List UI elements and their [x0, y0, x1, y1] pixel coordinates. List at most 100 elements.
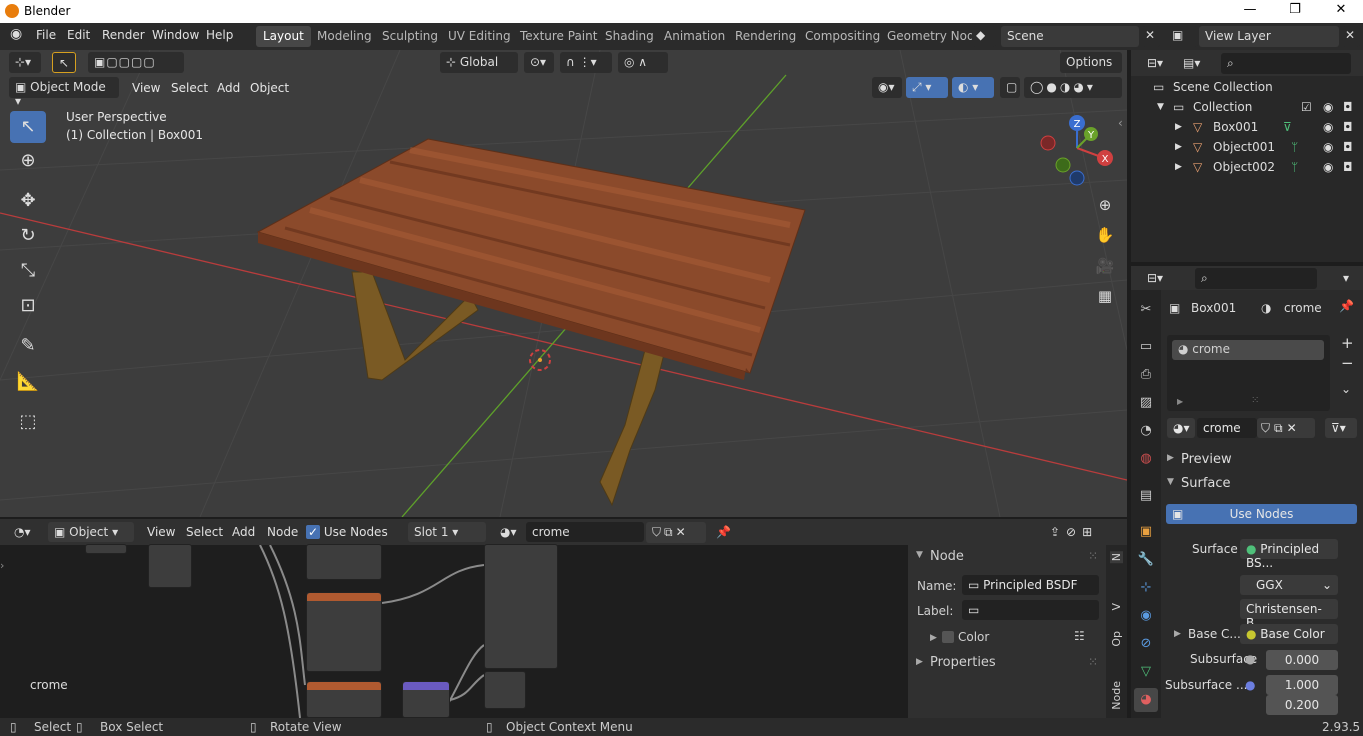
- render-tab-icon[interactable]: ▭: [1134, 335, 1158, 359]
- node-principled-bsdf[interactable]: [484, 544, 558, 669]
- options-dropdown[interactable]: Options: [1060, 52, 1122, 73]
- visibility-icon[interactable]: ◉▾: [872, 77, 902, 98]
- scene-name-field[interactable]: Scene: [1001, 26, 1139, 47]
- rotate-tool-icon[interactable]: ↻: [10, 220, 46, 252]
- scene-selector-icon[interactable]: ◆: [972, 26, 996, 47]
- node-editor-object-dropdown[interactable]: ▣ Object ▾: [48, 522, 134, 542]
- outliner-editor-type-icon[interactable]: ⊟▾: [1141, 53, 1171, 73]
- menu-window[interactable]: Window: [152, 28, 199, 42]
- tab-sculpting[interactable]: Sculpting: [375, 26, 445, 47]
- viewport-menu-select[interactable]: Select: [171, 81, 208, 95]
- proportional-edit-icon[interactable]: ◎ ∧: [618, 52, 668, 73]
- object001-expand-icon[interactable]: ▶: [1175, 142, 1182, 152]
- node-bump[interactable]: [484, 671, 526, 709]
- node-normal-texture[interactable]: [306, 681, 382, 718]
- properties-options-icon[interactable]: ▾: [1337, 268, 1357, 288]
- subsurface-method-dropdown[interactable]: Christensen-B...: [1240, 599, 1338, 630]
- box001-expand-icon[interactable]: ▶: [1175, 122, 1182, 132]
- node-menu-select[interactable]: Select: [186, 525, 223, 539]
- slot-dropdown[interactable]: Slot 1 ▾: [408, 522, 486, 542]
- distribution-dropdown[interactable]: GGX ⌄: [1240, 575, 1338, 595]
- preview-expand-icon[interactable]: ▶: [1167, 453, 1174, 463]
- drag-handle-icon[interactable]: ⁙: [1088, 549, 1098, 563]
- browse-material-icon[interactable]: ◕▾: [1167, 418, 1195, 438]
- view-layer-field[interactable]: View Layer: [1199, 26, 1339, 47]
- properties-search-input[interactable]: ⌕: [1195, 268, 1317, 289]
- outliner-row-object002[interactable]: ▶ ▽ Object002 ᛘ ◉ ◘: [1131, 157, 1363, 177]
- view-layer-tab-icon[interactable]: ▨: [1134, 391, 1158, 415]
- view-layer-icon[interactable]: ▣: [1168, 26, 1198, 47]
- tab-rendering[interactable]: Rendering: [728, 26, 803, 47]
- list-resize-handle[interactable]: ⁙: [1251, 395, 1259, 406]
- move-tool-icon[interactable]: ✥: [10, 185, 46, 217]
- use-nodes-button[interactable]: ▣ Use Nodes: [1166, 504, 1357, 524]
- add-cube-tool-icon[interactable]: ⬚: [10, 406, 46, 438]
- minimize-button[interactable]: —: [1240, 2, 1260, 20]
- pivot-point-icon[interactable]: ⊙▾: [524, 52, 554, 73]
- object-tab-icon[interactable]: ▣: [1134, 520, 1158, 544]
- surface-shader-field[interactable]: ● Principled BS...: [1240, 539, 1338, 570]
- collection-render-icon[interactable]: ◘: [1343, 100, 1353, 114]
- node-normal-map[interactable]: [402, 681, 450, 718]
- viewport-menu-object[interactable]: Object: [250, 81, 289, 95]
- particles-tab-icon[interactable]: ⊹: [1134, 576, 1158, 600]
- physics-tab-icon[interactable]: ◉: [1134, 604, 1158, 628]
- menu-file[interactable]: File: [36, 28, 56, 42]
- use-nodes-checkbox[interactable]: ✓ Use Nodes: [306, 525, 388, 539]
- node-panel-collapse-icon[interactable]: ▼: [916, 550, 923, 560]
- tab-shading[interactable]: Shading: [598, 26, 661, 47]
- box001-visibility-icon[interactable]: ◉: [1323, 120, 1333, 134]
- properties-expand-icon[interactable]: ▶: [916, 657, 923, 667]
- node-panel-title[interactable]: Node: [930, 549, 964, 564]
- remove-slot-icon[interactable]: −: [1341, 354, 1354, 372]
- world-tab-icon[interactable]: ◍: [1134, 447, 1158, 471]
- material-browse-icon[interactable]: ◕▾: [494, 522, 524, 542]
- transform-tool-icon[interactable]: ⊡: [10, 290, 46, 322]
- node-menu-node[interactable]: Node: [267, 525, 298, 539]
- object002-expand-icon[interactable]: ▶: [1175, 162, 1182, 172]
- 3d-viewport[interactable]: Z X Y ⊹▾ ↖ ▣▢▢▢▢ ⊹ Global ⊙▾ ∩ ⋮▾ ◎ ∧ Op…: [0, 50, 1127, 517]
- tab-modeling[interactable]: Modeling: [310, 26, 379, 47]
- tab-compositing[interactable]: Compositing: [798, 26, 887, 47]
- material-slot-item[interactable]: ◕ crome: [1172, 340, 1324, 360]
- list-expand-icon[interactable]: ▶: [1177, 397, 1183, 406]
- node-properties-header[interactable]: Properties: [930, 655, 996, 670]
- sidebar-tab-v[interactable]: V: [1110, 603, 1123, 611]
- node-toolbar-toggle-icon[interactable]: ›: [0, 559, 4, 572]
- blender-menu-icon[interactable]: ◉: [10, 26, 22, 42]
- surface-collapse-icon[interactable]: ▼: [1167, 477, 1174, 487]
- node-material-name-field[interactable]: crome: [526, 522, 644, 542]
- modifier-tab-icon[interactable]: 🔧: [1134, 548, 1158, 572]
- overlay-toggle-icon[interactable]: ◐ ▾: [952, 77, 994, 98]
- color-checkbox[interactable]: [942, 631, 954, 643]
- close-button[interactable]: ✕: [1331, 2, 1351, 20]
- material-name-input[interactable]: crome: [1197, 418, 1257, 438]
- annotate-tool-icon[interactable]: ✎: [10, 330, 46, 362]
- scene-remove-icon[interactable]: ✕: [1142, 26, 1160, 47]
- subsurface-radius-x-field[interactable]: 1.000: [1266, 675, 1338, 695]
- node-menu-add[interactable]: Add: [232, 525, 255, 539]
- material-datablock-buttons[interactable]: ⛉⧉✕: [1257, 418, 1315, 438]
- sidebar-toggle-icon[interactable]: ‹: [1118, 116, 1123, 130]
- object002-visibility-icon[interactable]: ◉: [1323, 160, 1333, 174]
- box001-render-icon[interactable]: ◘: [1343, 120, 1353, 134]
- output-tab-icon[interactable]: ⎙: [1134, 363, 1158, 387]
- shading-mode-buttons[interactable]: ◯●◑◕▾: [1024, 77, 1122, 98]
- shader-node-editor[interactable]: ◔▾ ▣ Object ▾ View Select Add Node ✓ Use…: [0, 519, 1127, 718]
- tab-texture-paint[interactable]: Texture Paint: [513, 26, 604, 47]
- subsurface-radius-y-field[interactable]: 0.200: [1266, 695, 1338, 715]
- node-image-texture-1[interactable]: [306, 544, 382, 580]
- sidebar-tab-op[interactable]: Op: [1110, 631, 1123, 647]
- base-color-field[interactable]: ● Base Color: [1240, 624, 1338, 644]
- node-label-field[interactable]: ▭: [962, 600, 1099, 620]
- node-mapping[interactable]: [148, 544, 192, 588]
- sidebar-tab-node[interactable]: Node: [1110, 681, 1123, 710]
- measure-tool-icon[interactable]: 📐: [10, 366, 46, 398]
- mode-dropdown[interactable]: ▣ Object Mode ▾: [9, 77, 119, 108]
- preview-panel-header[interactable]: Preview: [1181, 452, 1232, 467]
- collection-checkbox-icon[interactable]: ☑: [1301, 100, 1312, 114]
- material-link-icon[interactable]: ⊽▾: [1325, 418, 1357, 438]
- node-editor-tools-icons[interactable]: ⇪⊘⊞: [1044, 522, 1120, 542]
- snap-icon[interactable]: ∩ ⋮▾: [560, 52, 612, 73]
- menu-render[interactable]: Render: [102, 28, 145, 42]
